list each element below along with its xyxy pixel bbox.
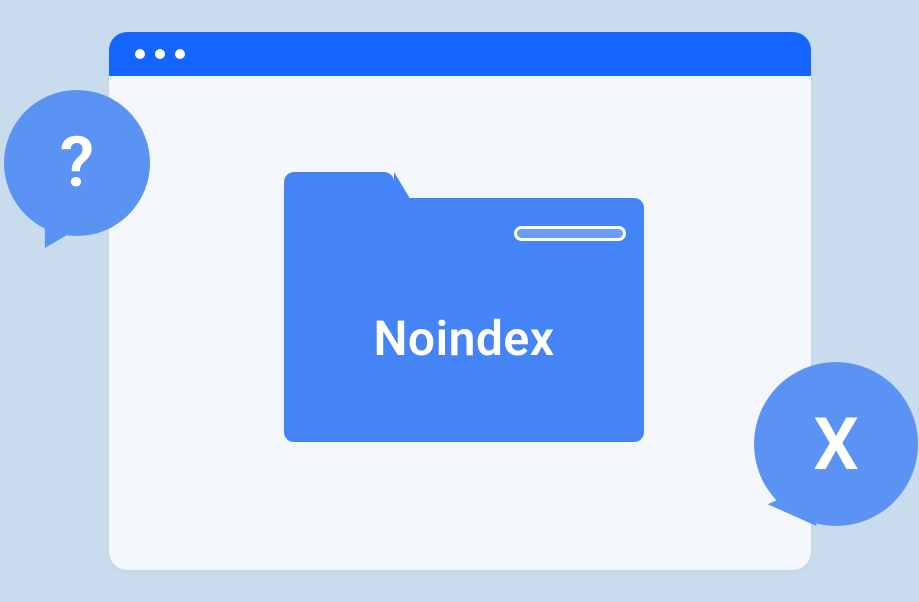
window-control-dot (175, 49, 185, 59)
question-mark-icon: ? (60, 122, 94, 204)
question-bubble: ? (4, 90, 150, 236)
folder-icon: Noindex (284, 172, 644, 442)
x-icon: X (813, 402, 859, 487)
window-titlebar (109, 32, 811, 76)
close-bubble: X (754, 362, 918, 526)
window-control-dot (155, 49, 165, 59)
bubble-tail (34, 210, 87, 258)
folder-label: Noindex (284, 216, 644, 460)
window-control-dot (135, 49, 145, 59)
